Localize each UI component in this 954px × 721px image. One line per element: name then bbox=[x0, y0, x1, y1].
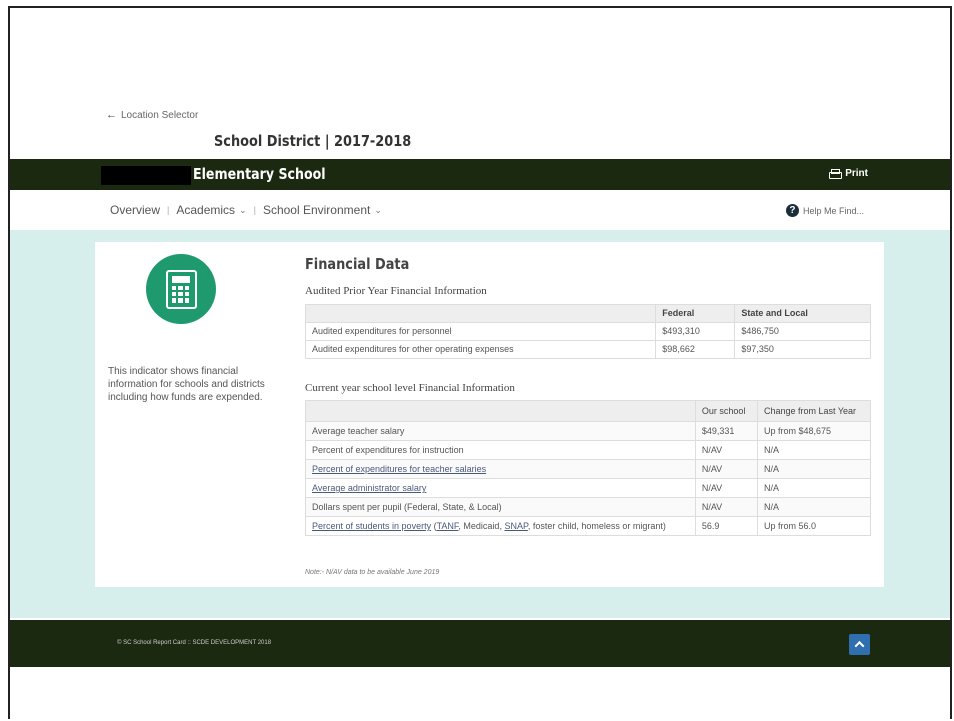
nav-academics[interactable]: Academics ⌄ bbox=[176, 203, 246, 217]
administrator-salary-link[interactable]: Average administrator salary bbox=[312, 483, 426, 493]
redacted-block bbox=[101, 166, 191, 185]
table-header: Change from Last Year bbox=[756, 400, 872, 422]
table-row: Percent of expenditures for teacher sala… bbox=[305, 459, 872, 479]
nav-separator: | bbox=[167, 205, 170, 215]
table-row: Percent of students in poverty (TANF, Me… bbox=[305, 516, 872, 536]
table-cell: N/AV bbox=[694, 459, 758, 479]
table-cell: 56.9 bbox=[694, 516, 758, 536]
school-name: Elementary School bbox=[193, 165, 326, 183]
table-cell: N/A bbox=[756, 478, 872, 498]
table-cell: Up from 56.0 bbox=[756, 516, 872, 536]
table-cell: N/A bbox=[756, 459, 872, 479]
page-footer: © SC School Report Card :: SCDE DEVELOPM… bbox=[10, 620, 950, 667]
nav-overview[interactable]: Overview bbox=[110, 203, 160, 217]
audited-table: Federal State and Local Audited expendit… bbox=[304, 304, 871, 359]
table-cell: Audited expenditures for personnel bbox=[304, 322, 657, 341]
tanf-link[interactable]: TANF bbox=[437, 521, 459, 531]
table-cell: N/AV bbox=[694, 440, 758, 460]
table-header bbox=[304, 304, 657, 323]
table-cell: N/AV bbox=[694, 478, 758, 498]
table-cell: N/A bbox=[756, 440, 872, 460]
calculator-icon bbox=[146, 254, 216, 324]
nav-environment-label: School Environment bbox=[262, 203, 371, 217]
table-cell: Percent of expenditures for teacher sala… bbox=[305, 459, 696, 479]
poverty-link[interactable]: Percent of students in poverty bbox=[312, 521, 431, 531]
school-header-bar: Elementary School Print bbox=[10, 159, 950, 190]
table-row: Audited expenditures for personnel $493,… bbox=[304, 322, 871, 341]
nav-academics-label: Academics bbox=[176, 203, 236, 217]
chevron-down-icon: ⌄ bbox=[239, 204, 247, 215]
table-cell: $97,350 bbox=[734, 340, 871, 359]
table-cell: Percent of expenditures for instruction bbox=[305, 440, 696, 460]
table-cell: Up from $48,675 bbox=[756, 421, 872, 441]
table-header: Federal bbox=[655, 304, 736, 323]
table-row: Percent of expenditures for instruction … bbox=[305, 440, 872, 460]
table-header: Our school bbox=[694, 400, 758, 422]
scroll-top-button[interactable] bbox=[849, 634, 870, 655]
nav-separator: | bbox=[253, 205, 256, 215]
table-cell: Average teacher salary bbox=[305, 421, 696, 441]
question-icon: ? bbox=[785, 204, 799, 217]
arrow-left-icon: ← bbox=[106, 109, 117, 121]
printer-icon bbox=[829, 168, 843, 179]
district-title: School District | 2017-2018 bbox=[214, 132, 412, 150]
table-header: State and Local bbox=[734, 304, 871, 323]
indicator-description: This indicator shows financial informati… bbox=[108, 366, 265, 403]
help-label: Help Me Find... bbox=[802, 205, 864, 216]
table-cell: $98,662 bbox=[655, 340, 736, 359]
nav-overview-label: Overview bbox=[110, 203, 161, 217]
table-header bbox=[305, 400, 696, 422]
financial-card: This indicator shows financial informati… bbox=[95, 242, 884, 587]
nav-school-environment[interactable]: School Environment ⌄ bbox=[263, 203, 382, 217]
snap-link[interactable]: SNAP bbox=[504, 521, 527, 531]
footer-copyright: © SC School Report Card :: SCDE DEVELOPM… bbox=[117, 640, 272, 646]
table-cell: Audited expenditures for other operating… bbox=[304, 340, 657, 359]
print-button[interactable]: Print bbox=[829, 168, 868, 179]
poverty-rest: , foster child, homeless or migrant) bbox=[527, 521, 666, 531]
availability-note: Note:- N/AV data to be available June 20… bbox=[305, 569, 440, 576]
table-cell: Percent of students in poverty (TANF, Me… bbox=[305, 516, 696, 536]
table-cell: $486,750 bbox=[734, 322, 871, 341]
table-row: Audited expenditures for other operating… bbox=[304, 340, 871, 359]
table-row: Average administrator salary N/AV N/A bbox=[305, 478, 872, 498]
audited-subtitle: Audited Prior Year Financial Information bbox=[305, 285, 487, 297]
table-cell: Average administrator salary bbox=[305, 478, 696, 498]
page-frame: ← Location Selector School District | 20… bbox=[8, 6, 952, 719]
financial-title: Financial Data bbox=[305, 255, 410, 273]
help-me-find-button[interactable]: ? Help Me Find... bbox=[785, 204, 864, 217]
table-cell: N/AV bbox=[694, 497, 758, 517]
print-label: Print bbox=[845, 168, 868, 179]
location-selector-label: Location Selector bbox=[121, 109, 199, 121]
poverty-mid: , Medicaid, bbox=[458, 521, 505, 531]
chevron-down-icon: ⌄ bbox=[374, 204, 382, 215]
table-row: Dollars spent per pupil (Federal, State,… bbox=[305, 497, 872, 517]
table-cell: $49,331 bbox=[694, 421, 758, 441]
current-year-table: Our school Change from Last Year Average… bbox=[305, 400, 872, 536]
current-year-subtitle: Current year school level Financial Info… bbox=[305, 382, 515, 394]
table-cell: $493,310 bbox=[655, 322, 736, 341]
teacher-salaries-link[interactable]: Percent of expenditures for teacher sala… bbox=[312, 464, 486, 474]
main-nav: Overview | Academics ⌄ | School Environme… bbox=[110, 203, 382, 217]
table-cell: N/A bbox=[756, 497, 872, 517]
location-selector-link[interactable]: ← Location Selector bbox=[106, 109, 198, 121]
table-row: Average teacher salary $49,331 Up from $… bbox=[305, 421, 872, 441]
table-cell: Dollars spent per pupil (Federal, State,… bbox=[305, 497, 696, 517]
